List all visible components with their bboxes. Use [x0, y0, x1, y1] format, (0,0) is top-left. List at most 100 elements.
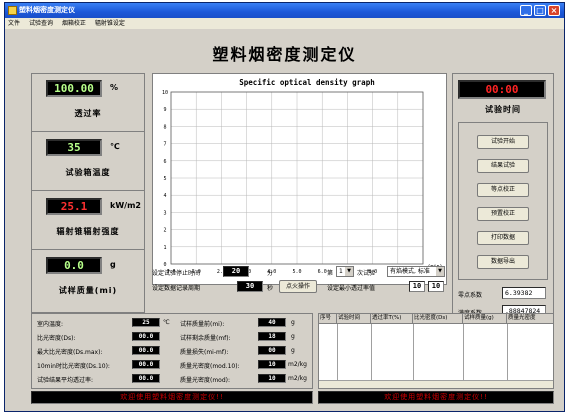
- col-header-mass[interactable]: 试样质量(g): [463, 314, 507, 324]
- chart-title: Specific optical density graph: [239, 78, 374, 87]
- specific-density-value: 00.0: [132, 332, 160, 341]
- menu-file[interactable]: 文件: [8, 20, 20, 27]
- room-temp-unit: ℃: [163, 319, 170, 326]
- sample-mass-label: 试样质量(mi): [58, 286, 118, 295]
- transmittance-unit: %: [110, 83, 119, 92]
- chart-canvas: Specific optical density graph0.01.02.03…: [162, 78, 443, 275]
- y-tick-label: 5: [163, 176, 166, 182]
- page-title: 塑料烟密度测定仪: [212, 45, 357, 64]
- status-marquee-right: 欢迎使用塑料烟密度测定仪!!: [318, 391, 554, 404]
- transmittance-display: 100.00: [46, 80, 102, 97]
- y-tick-label: 4: [163, 193, 166, 199]
- mod10-unit: m2/kg: [288, 361, 307, 368]
- col-header-time[interactable]: 试验时间: [337, 314, 371, 324]
- client-area: 塑料烟密度测定仪 100.00 % 透过率 35 ℃ 试验箱温度 25.1 kW…: [5, 29, 564, 411]
- metrics-panel: 100.00 % 透过率 35 ℃ 试验箱温度 25.1 kW/m2 辐射锥辐射…: [31, 73, 145, 313]
- title-bar[interactable]: 塑料烟密度测定仪 _ □ ×: [5, 3, 564, 18]
- status-marquee-left: 欢迎使用塑料烟密度测定仪!!: [31, 391, 313, 404]
- y-tick-label: 7: [163, 142, 166, 148]
- start-test-button[interactable]: 试验开始: [477, 135, 529, 149]
- y-tick-label: 2: [163, 228, 166, 234]
- test-mode-value: 有焰模式, 标准: [390, 268, 430, 275]
- min-transmittance-input-2[interactable]: 10: [428, 281, 444, 292]
- minimize-button[interactable]: _: [520, 5, 532, 16]
- close-button[interactable]: ×: [548, 5, 560, 16]
- nth-test-label: 第: [327, 270, 334, 277]
- y-tick-label: 9: [163, 107, 166, 113]
- results-panel: 室内温度: 25 ℃ 试样质量前(mi): 40 g 比光密度(Ds): 00.…: [31, 313, 313, 389]
- table-divider: [463, 324, 464, 380]
- app-window: 塑料烟密度测定仪 _ □ × 文件 试验查询 烟箱校正 辐射锥设定 塑料烟密度测…: [4, 2, 565, 412]
- record-interval-input[interactable]: 30: [237, 281, 263, 292]
- col-header-density[interactable]: 比光密度(Ds): [413, 314, 463, 324]
- y-tick-label: 3: [163, 210, 166, 216]
- mod10-label: 质量光密度(mod.10):: [180, 363, 240, 370]
- y-tick-label: 10: [162, 90, 168, 96]
- menu-query[interactable]: 试验查询: [29, 20, 53, 27]
- y-tick-label: 6: [163, 159, 166, 165]
- mass-before-label: 试样质量前(mi):: [180, 321, 225, 328]
- col-header-index[interactable]: 序号: [319, 314, 337, 324]
- nth-test-suffix: 次试验: [357, 270, 376, 277]
- window-title: 塑料烟密度测定仪: [19, 6, 75, 14]
- menu-cone-settings[interactable]: 辐射锥设定: [95, 20, 125, 27]
- mass-after-label: 试样剩余质量(mf):: [180, 335, 231, 342]
- zero-coefficient-field[interactable]: 6.39382: [502, 287, 546, 299]
- table-header: 序号 试验时间 透过率T(%) 比光密度(Ds) 试样质量(g) 质量光密度: [319, 314, 553, 324]
- test-timer-label: 试验时间: [485, 105, 521, 114]
- chevron-down-icon: ▼: [436, 267, 444, 276]
- sample-mass-metric: 0.0 g 试样质量(mi): [32, 251, 144, 309]
- max-density-value: 00.0: [132, 346, 160, 355]
- mass-before-unit: g: [291, 319, 295, 326]
- ds10-label: 10min时比光密度(Ds.10):: [37, 363, 110, 370]
- preset-calibrate-button[interactable]: 预置校正: [477, 207, 529, 221]
- sample-mass-display: 0.0: [46, 257, 102, 274]
- maximize-button[interactable]: □: [534, 5, 546, 16]
- mass-after-value: 18: [258, 332, 286, 341]
- stop-time-label: 设定试验停止时间: [152, 270, 201, 277]
- menu-bar: 文件 试验查询 烟箱校正 辐射锥设定: [5, 18, 564, 29]
- mass-after-unit: g: [291, 333, 295, 340]
- app-icon: [8, 6, 17, 15]
- chamber-temp-label: 试验箱温度: [65, 168, 111, 177]
- zero-calibrate-button[interactable]: 等点校正: [477, 183, 529, 197]
- mod10-value: 10: [258, 360, 286, 369]
- control-panel: 00:00 试验时间 试验开始 结果试验 等点校正 预置校正 打印数据 数据导出…: [452, 73, 554, 335]
- specific-density-label: 比光密度(Ds):: [37, 335, 76, 342]
- nth-test-select[interactable]: 1 ▼: [336, 266, 354, 277]
- end-test-button[interactable]: 结果试验: [477, 159, 529, 173]
- col-header-transmittance[interactable]: 透过率T(%): [371, 314, 413, 324]
- x-tick-label: 6.0: [318, 269, 327, 275]
- transmittance-metric: 100.00 % 透过率: [32, 74, 144, 132]
- ignite-button[interactable]: 点火操作: [279, 280, 317, 293]
- test-mode-select[interactable]: 有焰模式, 标准 ▼: [387, 266, 445, 277]
- density-chart: Specific optical density graph0.01.02.03…: [152, 73, 447, 285]
- col-header-mass-density[interactable]: 质量光密度: [507, 314, 553, 324]
- record-interval-unit: 秒: [267, 285, 274, 292]
- min-transmittance-input-1[interactable]: 10: [409, 281, 425, 292]
- mass-before-value: 40: [258, 318, 286, 327]
- export-data-button[interactable]: 数据导出: [477, 255, 529, 269]
- avg-transmittance-label: 试验结果平均透过率:: [37, 377, 94, 384]
- print-data-button[interactable]: 打印数据: [477, 231, 529, 245]
- room-temp-value: 25: [132, 318, 160, 327]
- table-divider: [371, 324, 372, 380]
- irradiance-metric: 25.1 kW/m2 辐射锥辐射强度: [32, 192, 144, 250]
- data-table[interactable]: 序号 试验时间 透过率T(%) 比光密度(Ds) 试样质量(g) 质量光密度: [318, 313, 554, 389]
- mod-unit: m2/kg: [288, 375, 307, 382]
- room-temp-label: 室内温度:: [37, 321, 64, 328]
- stop-time-input[interactable]: 20: [223, 266, 249, 277]
- mass-loss-value: 00: [258, 346, 286, 355]
- action-button-group: 试验开始 结果试验 等点校正 预置校正 打印数据 数据导出: [458, 122, 548, 280]
- table-horizontal-scrollbar[interactable]: [319, 380, 553, 388]
- record-interval-label: 设定数据记录周期: [152, 285, 201, 292]
- menu-calibrate[interactable]: 烟箱校正: [62, 20, 86, 27]
- irradiance-label: 辐射锥辐射强度: [56, 227, 120, 236]
- transmittance-label: 透过率: [74, 109, 102, 118]
- irradiance-unit: kW/m2: [110, 201, 141, 210]
- chamber-temp-unit: ℃: [110, 142, 120, 151]
- x-tick-label: 5.0: [292, 269, 301, 275]
- max-density-label: 最大比光密度(Ds.max):: [37, 349, 103, 356]
- ds10-value: 00.0: [132, 360, 160, 369]
- table-divider: [507, 324, 508, 380]
